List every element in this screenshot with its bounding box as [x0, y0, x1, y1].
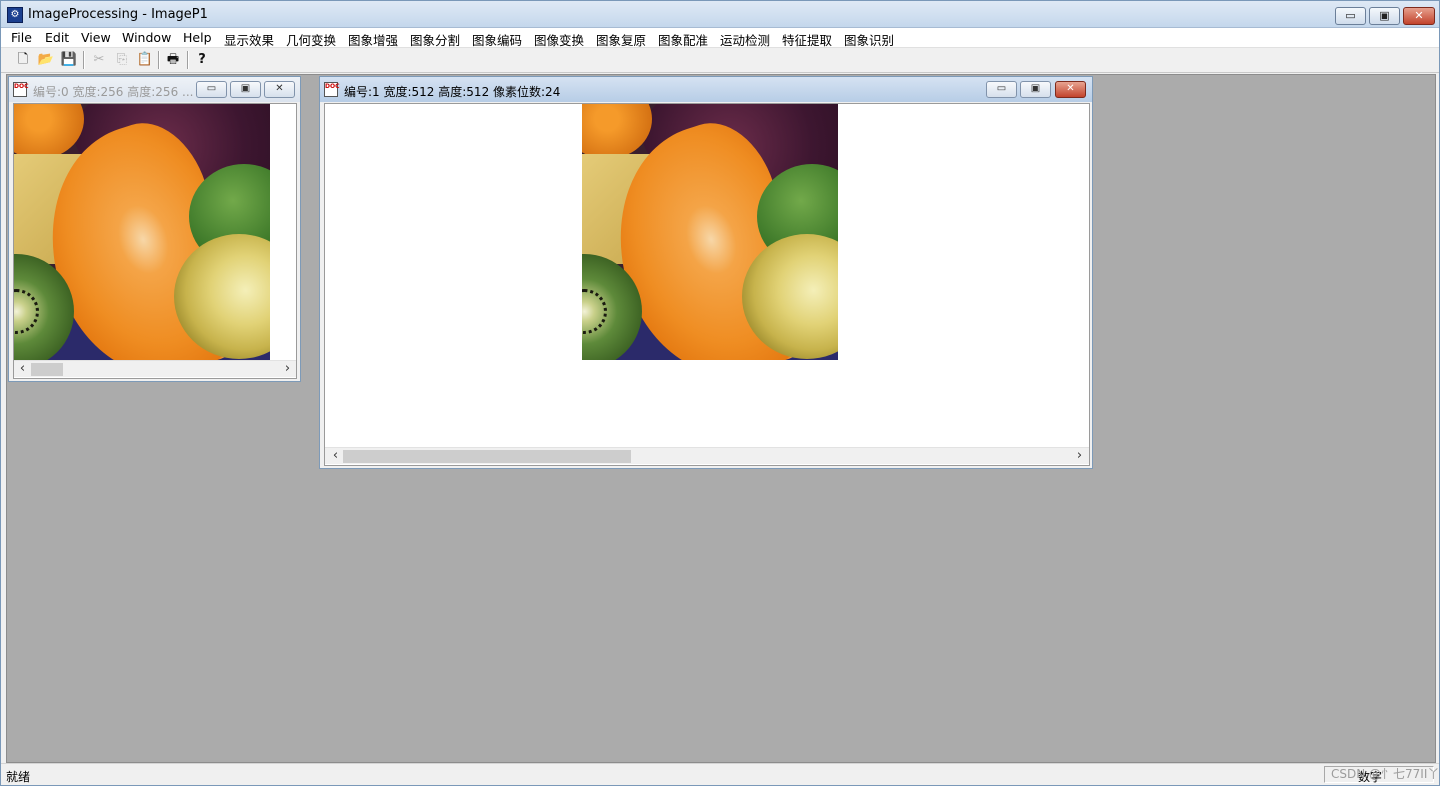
scroll-right-icon[interactable]: ›: [279, 361, 296, 377]
menu-display-effects[interactable]: 显示效果: [224, 30, 274, 49]
help-icon[interactable]: ?: [192, 51, 212, 69]
image-window-1-canvas[interactable]: ‹ ›: [324, 103, 1090, 466]
menu-image-recognition[interactable]: 图象识别: [844, 30, 894, 49]
menu-feature-extraction[interactable]: 特征提取: [782, 30, 832, 49]
close-icon[interactable]: ✕: [1055, 81, 1086, 98]
minimize-button[interactable]: ▭: [1335, 7, 1366, 25]
mdi-client-area: DOC 编号:0 宽度:256 高度:256 ... ▭ ▣ ✕ ‹ › DOC…: [6, 74, 1436, 763]
image-window-0[interactable]: DOC 编号:0 宽度:256 高度:256 ... ▭ ▣ ✕ ‹ ›: [8, 76, 301, 382]
fruit-image: [582, 104, 838, 360]
scroll-right-icon[interactable]: ›: [1071, 448, 1088, 464]
close-button[interactable]: ✕: [1403, 7, 1435, 25]
menu-image-segmentation[interactable]: 图象分割: [410, 30, 460, 49]
toolbar: 🗋 📂 💾 ✂ ⎘ 📋 🖶 ?: [1, 48, 1439, 73]
menu-help[interactable]: Help: [183, 30, 212, 45]
menu-window[interactable]: Window: [122, 30, 171, 45]
restore-button[interactable]: ▣: [1369, 7, 1400, 25]
horizontal-scrollbar[interactable]: ‹ ›: [14, 360, 296, 377]
title-bar[interactable]: ⚙ ImageProcessing - ImageP1 ▭ ▣ ✕: [1, 1, 1439, 28]
copy-icon[interactable]: ⎘: [112, 51, 132, 69]
fruit-image: [14, 104, 270, 360]
horizontal-scrollbar[interactable]: ‹ ›: [325, 447, 1089, 464]
print-icon[interactable]: 🖶: [163, 51, 183, 69]
menu-geometric-transform[interactable]: 几何变换: [286, 30, 336, 49]
menu-edit[interactable]: Edit: [45, 30, 69, 45]
image-window-0-canvas[interactable]: ‹ ›: [13, 103, 297, 379]
scroll-left-icon[interactable]: ‹: [327, 448, 344, 464]
scroll-left-icon[interactable]: ‹: [14, 361, 31, 377]
status-text: 就绪: [6, 770, 31, 784]
image-window-1-title: 编号:1 宽度:512 高度:512 像素位数:24: [344, 85, 561, 99]
restore-icon[interactable]: ▣: [1020, 81, 1051, 98]
minimize-icon[interactable]: ▭: [986, 81, 1017, 98]
new-file-icon[interactable]: 🗋: [13, 51, 33, 69]
toolbar-separator: [158, 51, 160, 69]
watermark: CSDN @忄七77II丫: [1331, 767, 1440, 781]
image-window-0-title-bar[interactable]: DOC 编号:0 宽度:256 高度:256 ... ▭ ▣ ✕: [9, 77, 300, 102]
save-icon[interactable]: 💾: [59, 51, 79, 69]
menu-image-registration[interactable]: 图象配准: [658, 30, 708, 49]
status-bar: 就绪 数字 CSDN @忄七77II丫: [1, 763, 1439, 785]
image-window-1-title-bar[interactable]: DOC 编号:1 宽度:512 高度:512 像素位数:24 ▭ ▣ ✕: [320, 77, 1092, 102]
toolbar-separator: [187, 51, 189, 69]
cut-icon[interactable]: ✂: [89, 51, 109, 69]
menu-file[interactable]: File: [11, 30, 32, 45]
document-icon: DOC: [13, 82, 28, 97]
app-title: ImageProcessing - ImageP1: [28, 7, 208, 22]
image-window-0-title: 编号:0 宽度:256 高度:256 ...: [33, 85, 193, 99]
close-icon[interactable]: ✕: [264, 81, 295, 98]
menu-image-transform[interactable]: 图像变换: [534, 30, 584, 49]
restore-icon[interactable]: ▣: [230, 81, 261, 98]
toolbar-separator: [83, 51, 85, 69]
app-icon[interactable]: ⚙: [7, 7, 23, 23]
application-window: ⚙ ImageProcessing - ImageP1 ▭ ▣ ✕ File E…: [0, 0, 1440, 786]
scroll-thumb[interactable]: [343, 450, 631, 463]
menu-image-enhancement[interactable]: 图象增强: [348, 30, 398, 49]
document-icon: DOC: [324, 82, 339, 97]
menu-bar: File Edit View Window Help 显示效果 几何变换 图象增…: [1, 28, 1439, 48]
scroll-thumb[interactable]: [31, 363, 63, 376]
open-folder-icon[interactable]: 📂: [36, 51, 56, 69]
minimize-icon[interactable]: ▭: [196, 81, 227, 98]
menu-view[interactable]: View: [81, 30, 111, 45]
paste-icon[interactable]: 📋: [135, 51, 155, 69]
menu-image-restoration[interactable]: 图象复原: [596, 30, 646, 49]
image-window-1[interactable]: DOC 编号:1 宽度:512 高度:512 像素位数:24 ▭ ▣ ✕ ‹ ›: [319, 76, 1093, 469]
menu-motion-detection[interactable]: 运动检测: [720, 30, 770, 49]
menu-image-coding[interactable]: 图象编码: [472, 30, 522, 49]
